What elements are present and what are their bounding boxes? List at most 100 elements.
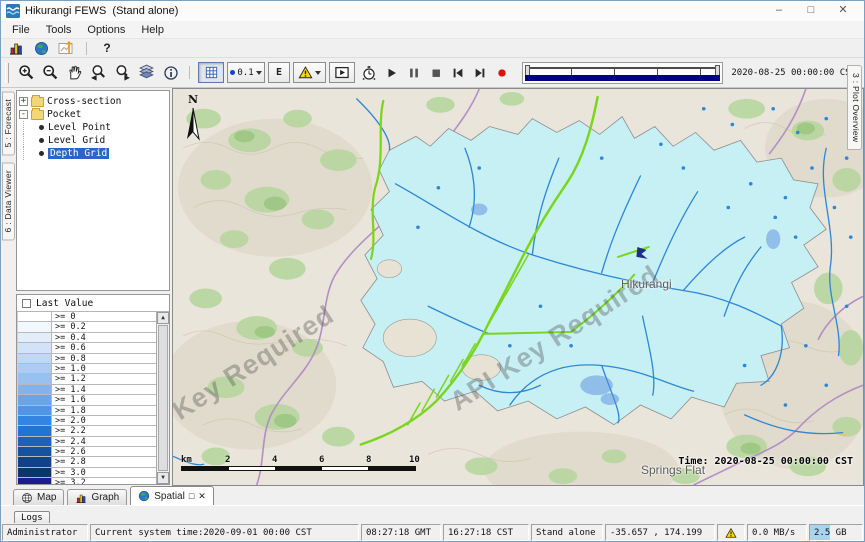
legend-scrollbar[interactable]: ▲ ▼ bbox=[156, 312, 169, 484]
tab-spatial[interactable]: Spatial □ ✕ bbox=[130, 486, 214, 505]
help-button[interactable]: ? bbox=[96, 40, 118, 57]
detach-tab-icon[interactable]: □ bbox=[189, 491, 194, 501]
legend-swatch bbox=[18, 457, 52, 466]
legend-label: >= 1.8 bbox=[52, 406, 156, 415]
legend-row: >= 3.0 bbox=[18, 468, 156, 478]
tree-label[interactable]: Cross-section bbox=[47, 96, 121, 107]
close-button[interactable]: ✕ bbox=[827, 2, 859, 20]
stop-button[interactable] bbox=[425, 62, 446, 84]
tree-label-selected[interactable]: Depth Grid bbox=[48, 148, 109, 159]
skip-end-icon bbox=[473, 66, 487, 80]
tree-item-pocket[interactable]: - Pocket bbox=[19, 108, 167, 121]
window-title: Hikurangi FEWS (Stand alone) bbox=[25, 5, 178, 17]
legend-label: >= 1.6 bbox=[52, 395, 156, 404]
folder-icon bbox=[31, 110, 44, 120]
timeline-range-bar bbox=[525, 75, 720, 81]
status-warning[interactable] bbox=[717, 524, 745, 541]
pan-button[interactable] bbox=[63, 62, 86, 84]
map-display-button[interactable] bbox=[30, 40, 52, 57]
zoom-in-button[interactable] bbox=[15, 62, 38, 84]
tree-item-depth-grid[interactable]: Depth Grid bbox=[19, 147, 167, 160]
step-back-button[interactable] bbox=[447, 62, 468, 84]
pause-icon bbox=[407, 66, 421, 80]
tree-label[interactable]: Level Point bbox=[48, 122, 111, 133]
expand-icon[interactable]: + bbox=[19, 97, 28, 106]
tree-label[interactable]: Pocket bbox=[47, 109, 81, 120]
zoom-previous-button[interactable] bbox=[87, 62, 110, 84]
toolbar-grip[interactable] bbox=[5, 63, 9, 83]
scroll-up-icon[interactable]: ▲ bbox=[157, 312, 169, 324]
thresholds-dropdown[interactable] bbox=[293, 62, 326, 83]
status-memory: 2.5 GB bbox=[809, 524, 863, 541]
tab-map[interactable]: Map bbox=[13, 489, 64, 505]
legend-row: >= 0 bbox=[18, 312, 156, 322]
legend-label: >= 3.0 bbox=[52, 468, 156, 477]
menu-options[interactable]: Options bbox=[79, 23, 133, 37]
barchart-icon bbox=[8, 40, 24, 56]
tab-data-viewer[interactable]: 6 : Data Viewer bbox=[2, 162, 15, 240]
grid-display-button[interactable] bbox=[198, 62, 224, 83]
bullet-icon bbox=[39, 151, 44, 156]
last-value-checkbox[interactable] bbox=[22, 299, 31, 308]
hand-icon bbox=[66, 64, 83, 81]
chart-arrows-icon bbox=[58, 40, 74, 56]
zoom-out-button[interactable] bbox=[39, 62, 62, 84]
scroll-thumb[interactable] bbox=[158, 325, 168, 471]
status-mode: Stand alone bbox=[531, 524, 603, 541]
map-render[interactable] bbox=[173, 89, 863, 485]
last-value-row[interactable]: Last Value bbox=[17, 295, 169, 311]
tab-graph[interactable]: Graph bbox=[67, 489, 127, 505]
bullet-icon bbox=[39, 125, 44, 130]
view-tabs: Map Graph Spatial □ ✕ bbox=[1, 486, 864, 505]
pause-button[interactable] bbox=[403, 62, 424, 84]
stop-icon bbox=[429, 66, 443, 80]
record-button[interactable] bbox=[491, 62, 512, 84]
animation-button[interactable] bbox=[329, 62, 355, 83]
info-button[interactable] bbox=[159, 62, 182, 84]
scale-bar: km 2 4 6 8 10 bbox=[181, 455, 421, 471]
legend-swatch bbox=[18, 406, 52, 415]
tree-item-cross-section[interactable]: + Cross-section bbox=[19, 95, 167, 108]
movie-play-icon bbox=[334, 65, 350, 80]
zoom-out-icon bbox=[42, 64, 59, 81]
scale-tick: 6 bbox=[319, 455, 324, 465]
minimize-button[interactable]: – bbox=[763, 2, 795, 20]
maximize-button[interactable]: □ bbox=[795, 2, 827, 20]
legend-label: >= 0.8 bbox=[52, 354, 156, 363]
play-button[interactable] bbox=[381, 62, 402, 84]
barchart-icon bbox=[75, 492, 87, 504]
interval-dropdown[interactable]: 0.1 bbox=[227, 62, 265, 83]
step-forward-button[interactable] bbox=[469, 62, 490, 84]
tab-forecast[interactable]: 5 : Forecast bbox=[2, 91, 15, 155]
spatial-display-button[interactable] bbox=[55, 40, 77, 57]
tree-item-level-grid[interactable]: Level Grid bbox=[19, 134, 167, 147]
tab-plot-overview[interactable]: 3 : Plot Overview bbox=[847, 65, 862, 150]
play-icon bbox=[385, 66, 399, 80]
scroll-down-icon[interactable]: ▼ bbox=[157, 472, 169, 484]
tree-item-level-point[interactable]: Level Point bbox=[19, 121, 167, 134]
menu-tools[interactable]: Tools bbox=[38, 23, 80, 37]
menu-help[interactable]: Help bbox=[133, 23, 172, 37]
scale-tick: 4 bbox=[272, 455, 277, 465]
layers-button[interactable] bbox=[135, 62, 158, 84]
timer-button[interactable] bbox=[357, 62, 380, 84]
status-system-time: Current system time:2020-09-01 00:00 CST bbox=[90, 524, 359, 541]
timeline-slider[interactable] bbox=[522, 62, 723, 84]
zoom-next-button[interactable] bbox=[111, 62, 134, 84]
collapse-icon[interactable]: - bbox=[19, 110, 28, 119]
skip-start-icon bbox=[451, 66, 465, 80]
labels-button[interactable]: E bbox=[268, 62, 290, 83]
magnifier-forward-icon bbox=[114, 64, 131, 81]
legend-swatch bbox=[18, 478, 52, 484]
map-viewport[interactable]: N API Key Required API Key Required Hiku… bbox=[172, 88, 864, 486]
layer-tree: + Cross-section - Pocket Level Point bbox=[16, 90, 170, 291]
dot-icon bbox=[230, 70, 235, 75]
data-display-button[interactable] bbox=[5, 40, 27, 57]
menu-file[interactable]: File bbox=[4, 23, 38, 37]
status-bar: Administrator Current system time:2020-0… bbox=[1, 523, 864, 541]
legend-label: >= 0.6 bbox=[52, 343, 156, 352]
tree-label[interactable]: Level Grid bbox=[48, 135, 105, 146]
legend-swatch bbox=[18, 322, 52, 331]
close-tab-icon[interactable]: ✕ bbox=[198, 491, 206, 501]
grid-icon bbox=[204, 65, 219, 80]
